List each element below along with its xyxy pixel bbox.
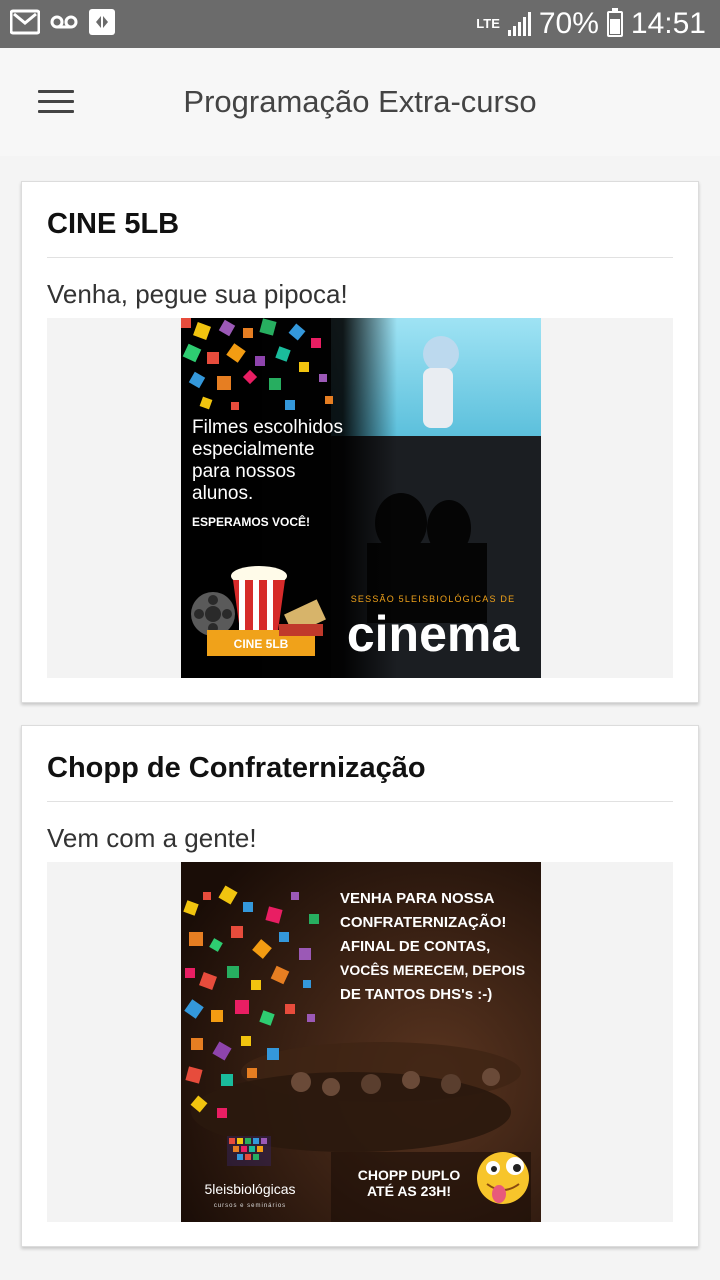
- event-subtitle: Vem com a gente!: [47, 823, 257, 853]
- poster-line-2: CONFRATERNIZAÇÃO!: [340, 913, 506, 931]
- poster-big-word: cinema: [347, 606, 521, 662]
- poster-line-4: VOCÊS MERECEM, DEPOIS: [340, 961, 525, 978]
- poster-line-1: Filmes escolhidos: [192, 417, 343, 438]
- chopp-poster-image[interactable]: VENHA PARA NOSSA CONFRATERNIZAÇÃO! AFINA…: [181, 862, 541, 1222]
- event-title: Chopp de Confraternização: [47, 752, 426, 784]
- poster-line-1: VENHA PARA NOSSA: [340, 890, 495, 907]
- poster-line-5: DE TANTOS DHS's :-): [340, 986, 492, 1003]
- page-title: Programação Extra-curso: [183, 84, 537, 119]
- poster-promo-2: ATÉ AS 23H!: [367, 1183, 451, 1199]
- poster-line-3: para nossos: [192, 461, 296, 482]
- poster-line-3: AFINAL DE CONTAS,: [340, 938, 490, 955]
- app-bar: Programação Extra-curso: [0, 48, 720, 156]
- event-title: CINE 5LB: [47, 208, 180, 240]
- event-image-container: VENHA PARA NOSSA CONFRATERNIZAÇÃO! AFINA…: [47, 862, 673, 1222]
- poster-session-label: SESSÃO 5LEISBIOLÓGICAS DE: [351, 594, 516, 604]
- signal-icon: [507, 12, 531, 36]
- poster-badge: CINE 5LB: [234, 637, 289, 651]
- battery-icon: [606, 8, 623, 37]
- network-type: LTE: [476, 16, 500, 31]
- event-image-container: Filmes escolhidos especialmente para nos…: [47, 318, 673, 678]
- app-notification-icon: [88, 8, 116, 41]
- gmail-icon: [9, 8, 41, 41]
- emoji-tongue-icon: [477, 1152, 529, 1204]
- event-card[interactable]: Chopp de Confraternização Vem com a gent…: [21, 725, 699, 1247]
- divider: [47, 801, 673, 802]
- poster-cta: ESPERAMOS VOCÊ!: [192, 514, 310, 529]
- poster-line-2: especialmente: [192, 439, 315, 460]
- poster-promo-1: CHOPP DUPLO: [358, 1167, 461, 1183]
- event-card[interactable]: CINE 5LB Venha, pegue sua pipoca! Filmes…: [21, 181, 699, 703]
- poster-brand-tagline: cursos e seminários: [214, 1203, 286, 1209]
- poster-brand: 5leisbiológicas: [204, 1181, 295, 1197]
- status-bar: LTE 70% 14:51: [0, 0, 720, 48]
- voicemail-icon: [50, 12, 78, 37]
- event-subtitle: Venha, pegue sua pipoca!: [47, 279, 348, 309]
- battery-percent: 70%: [538, 7, 599, 40]
- divider: [47, 257, 673, 258]
- clock: 14:51: [630, 7, 706, 40]
- cinema-poster-image[interactable]: Filmes escolhidos especialmente para nos…: [181, 318, 541, 678]
- poster-line-4: alunos.: [192, 483, 253, 504]
